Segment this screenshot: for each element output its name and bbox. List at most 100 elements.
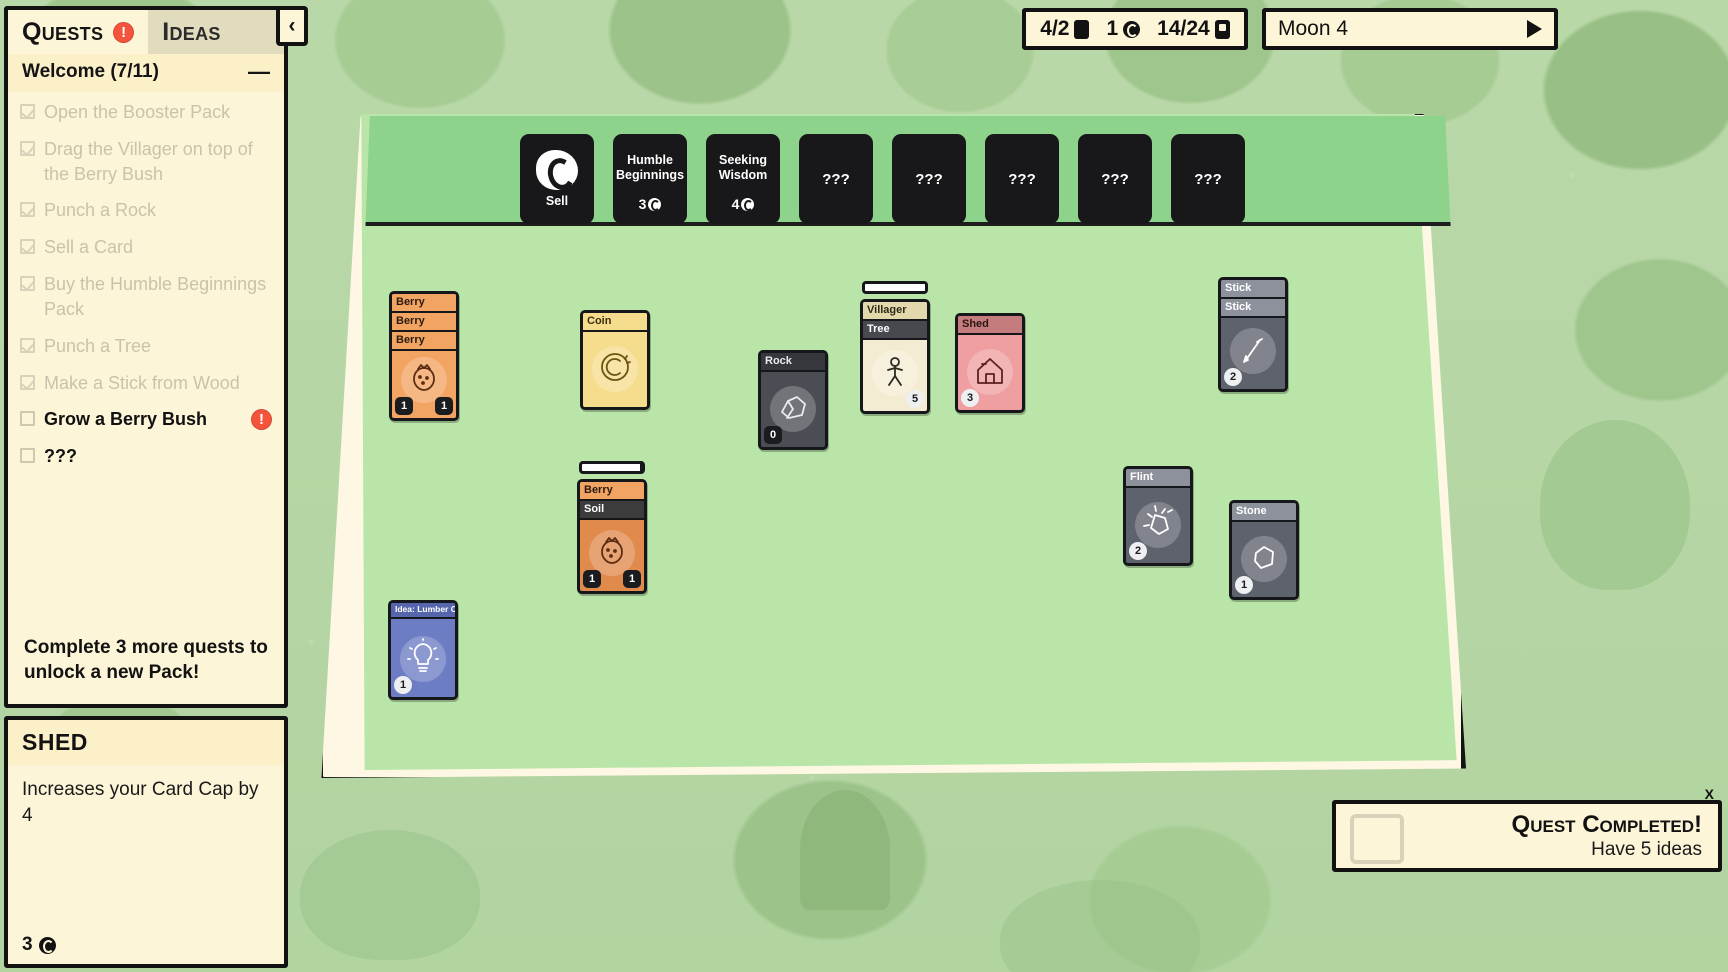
card-title: Stone — [1232, 503, 1296, 523]
pack-locked[interactable]: ??? — [1078, 134, 1152, 224]
pack-locked[interactable]: ??? — [1171, 134, 1245, 224]
card-badge-left: 3 — [961, 389, 979, 407]
quest-item[interactable]: Drag the Villager on top of the Berry Bu… — [20, 137, 272, 187]
stone-icon-glyph — [1244, 537, 1284, 582]
moon-hud[interactable]: Moon 4 — [1262, 8, 1558, 50]
pack-sell[interactable]: Sell — [520, 134, 594, 224]
card-shed-card[interactable]: Shed 3 — [955, 313, 1025, 413]
pack-locked[interactable]: ??? — [799, 134, 873, 224]
quest-item[interactable]: Punch a Tree — [20, 334, 272, 359]
quest-item-label: ??? — [44, 446, 77, 467]
card-wrapper: Berry Berry Berry 1 1 — [389, 291, 459, 451]
quest-item[interactable]: Buy the Humble Beginnings Pack — [20, 272, 272, 322]
game-board: Sell Humble Beginnings 3 Seeking Wisdom 4???… — [318, 110, 1466, 782]
card-badge-left: 1 — [583, 570, 601, 588]
card-stone-card[interactable]: Stone 1 — [1229, 500, 1299, 600]
pack-cost: 4 — [732, 196, 755, 212]
close-icon[interactable]: X — [1705, 786, 1714, 802]
quest-item[interactable]: Punch a Rock — [20, 198, 272, 223]
stat-card-cap: 14/24 — [1157, 17, 1230, 41]
card-title: Shed — [958, 316, 1022, 336]
quest-item[interactable]: Open the Booster Pack — [20, 100, 272, 125]
toast-card-icon — [1350, 814, 1404, 864]
quest-item-label: Sell a Card — [44, 237, 134, 258]
card-wrapper: Stick Stick 2 — [1218, 277, 1288, 407]
pack-row: Sell Humble Beginnings 3 Seeking Wisdom 4???… — [520, 134, 1245, 224]
quests-alert-icon: ! — [113, 21, 135, 43]
pack-buy[interactable]: Seeking Wisdom 4 — [706, 134, 780, 224]
card-badge-left: 1 — [395, 397, 413, 415]
rock-icon-glyph — [773, 387, 813, 432]
tab-ideas-label: Ideas — [162, 17, 221, 46]
shrub-decor — [1540, 420, 1690, 590]
strawberry-icon-glyph — [592, 531, 632, 576]
checkbox-checked-icon — [20, 239, 35, 255]
pack-cost: 3 — [639, 196, 662, 212]
card-stack-label: Berry — [580, 482, 644, 502]
shed-description: Increases your Card Cap by 4 — [22, 779, 259, 826]
pack-label: ??? — [1194, 170, 1222, 188]
card-stick-stack[interactable]: Stick Stick 2 — [1218, 277, 1288, 392]
quest-item-label: Drag the Villager on top of the Berry Bu… — [44, 138, 253, 184]
card-stack-label: Villager — [863, 302, 927, 322]
quest-group-title: Welcome (7/11) — [22, 61, 159, 82]
card-idea-lumber-camp[interactable]: Idea: Lumber Camp 1 — [388, 600, 458, 700]
shed-icon-glyph — [970, 350, 1010, 395]
pack-label: ??? — [1008, 170, 1036, 188]
villager-icon-glyph — [875, 351, 915, 396]
card-soil-berry[interactable]: Berry Soil 1 1 — [577, 479, 647, 594]
quest-item-label: Punch a Tree — [44, 335, 152, 356]
card-badge-right: 1 — [435, 397, 453, 415]
quest-item[interactable]: Sell a Card — [20, 235, 272, 260]
card-badge-left: 0 — [764, 426, 782, 444]
card-berry-stack[interactable]: Berry Berry Berry 1 1 — [389, 291, 459, 421]
quest-completed-toast: Quest Completed! Have 5 ideas X — [1332, 786, 1722, 872]
quest-item-label: Open the Booster Pack — [44, 102, 231, 122]
card-wrapper: Villager Tree 5 — [860, 281, 930, 429]
stat-cards: 4/2 — [1040, 17, 1090, 41]
play-triangle-icon[interactable] — [1527, 20, 1542, 38]
resource-hud: 4/2 1 14/24 — [1022, 8, 1248, 50]
card-title: Coin — [583, 313, 647, 333]
tab-quests[interactable]: Quests ! — [8, 10, 149, 54]
tree-decor — [800, 790, 890, 910]
pack-shelf: Sell Humble Beginnings 3 Seeking Wisdom 4???… — [365, 116, 1451, 226]
pack-locked[interactable]: ??? — [985, 134, 1059, 224]
collapse-group-icon[interactable]: — — [248, 61, 270, 83]
stick-icon-glyph — [1233, 329, 1273, 374]
pack-label: ??? — [915, 170, 943, 188]
card-cap-icon — [1214, 19, 1230, 39]
tab-ideas[interactable]: Ideas — [148, 10, 284, 54]
quest-item[interactable]: Make a Stick from Wood — [20, 371, 272, 396]
panel-tabs: Quests ! Ideas — [8, 10, 284, 54]
card-wrapper: Idea: Lumber Camp 1 — [388, 600, 458, 700]
pack-label: Sell — [545, 194, 569, 208]
card-progress-bar — [862, 281, 928, 294]
quest-group-header[interactable]: Welcome (7/11) — — [8, 54, 284, 92]
shed-cost-value: 3 — [22, 934, 33, 955]
stat-cards-value: 4/2 — [1040, 17, 1070, 40]
card-wrapper: Coin — [580, 310, 650, 410]
quest-item[interactable]: ??? — [20, 444, 272, 469]
card-coin-card[interactable]: Coin — [580, 310, 650, 410]
collapse-panel-button[interactable]: ‹ — [276, 6, 308, 46]
quest-item[interactable]: Grow a Berry Bush! — [20, 407, 272, 432]
checkbox-empty-icon — [20, 448, 35, 464]
strawberry-icon-glyph — [404, 358, 444, 403]
card-flint-card[interactable]: Flint 2 — [1123, 466, 1193, 566]
pack-locked[interactable]: ??? — [892, 134, 966, 224]
card-progress-fill — [582, 464, 640, 471]
checkbox-checked-icon — [20, 374, 35, 390]
pack-label: ??? — [822, 170, 850, 188]
card-progress-bar — [579, 461, 645, 474]
checkbox-empty-icon — [20, 411, 35, 427]
shed-cost: 3 — [22, 934, 56, 956]
toast-title: Quest Completed! — [1511, 811, 1702, 838]
card-rock-card[interactable]: Rock 0 — [758, 350, 828, 450]
toast-subtitle: Have 5 ideas — [1591, 839, 1702, 860]
coin-icon — [583, 331, 647, 407]
stat-coins: 1 — [1106, 17, 1141, 41]
pack-buy[interactable]: Humble Beginnings 3 — [613, 134, 687, 224]
quest-panel-footer: Complete 3 more quests to unlock a new P… — [24, 636, 268, 684]
card-tree-villager[interactable]: Villager Tree 5 — [860, 299, 930, 414]
